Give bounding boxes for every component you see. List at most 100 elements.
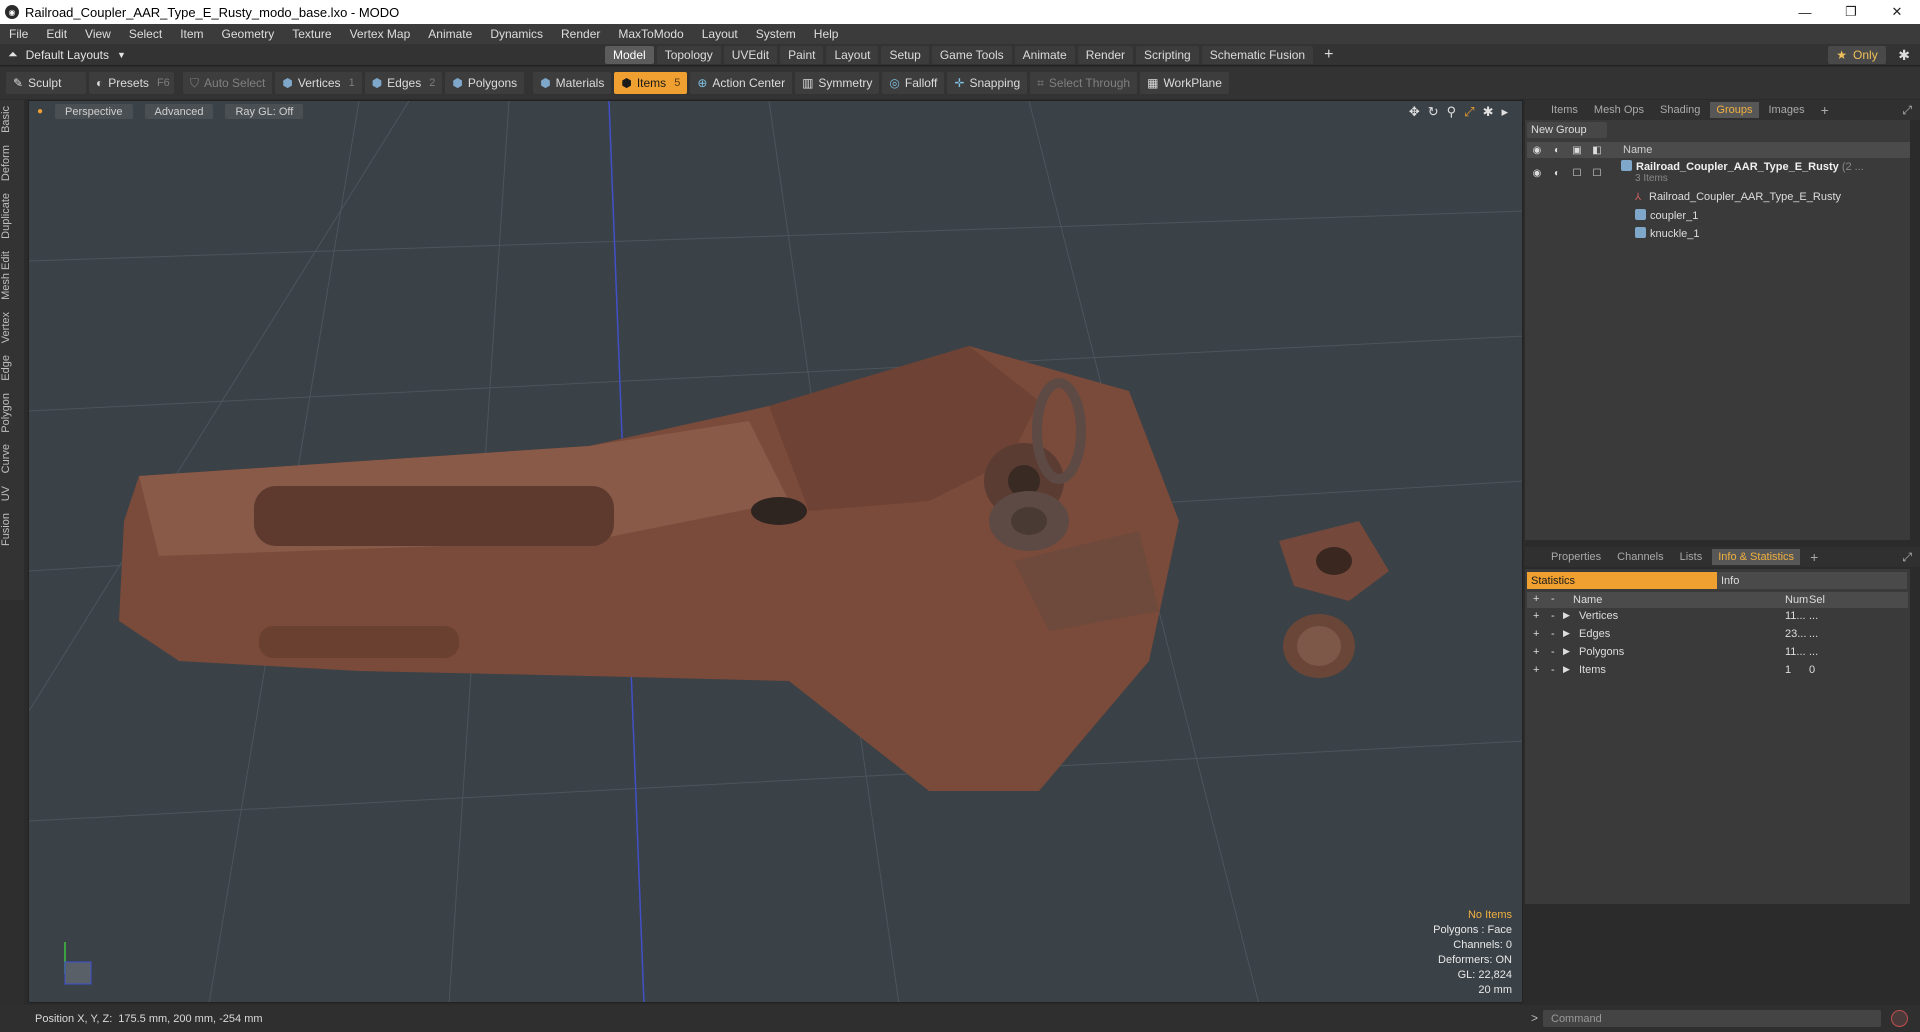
arrow-right-icon[interactable]: ▸ (1501, 104, 1508, 120)
3d-viewport[interactable]: ● Perspective Advanced Ray GL: Off ✥ ↻ ⚲… (28, 100, 1523, 1003)
menu-render[interactable]: Render (552, 27, 609, 41)
tab-lists[interactable]: Lists (1674, 549, 1709, 565)
menu-select[interactable]: Select (120, 27, 171, 41)
left-tab-polygon[interactable]: Polygon (0, 387, 24, 439)
workplane-button[interactable]: ▦ WorkPlane (1140, 72, 1229, 94)
list-item[interactable]: knuckle_1 (1527, 224, 1908, 242)
tab-uvedit[interactable]: UVEdit (723, 46, 778, 64)
raygl-button[interactable]: Ray GL: Off (225, 104, 304, 119)
menu-layout[interactable]: Layout (693, 27, 747, 41)
tab-layout[interactable]: Layout (826, 46, 879, 64)
sculpt-button[interactable]: ✎ Sculpt (6, 72, 86, 94)
tab-schematic-fusion[interactable]: Schematic Fusion (1201, 46, 1314, 64)
left-tab-basic[interactable]: Basic (0, 100, 24, 139)
group-root-row[interactable]: ◉ ◐ ☐ ☐ Railroad_Coupler_AAR_Type_E_Rust… (1527, 160, 1908, 186)
minus-icon[interactable]: - (1551, 664, 1555, 676)
menu-file[interactable]: File (0, 27, 37, 41)
subtab-statistics[interactable]: Statistics (1527, 572, 1717, 589)
tab-properties[interactable]: Properties (1545, 549, 1607, 565)
tab-model[interactable]: Model (605, 46, 654, 64)
move-icon[interactable]: ✥ (1409, 104, 1420, 120)
tab-groups[interactable]: Groups (1710, 102, 1759, 118)
expand-arrow-icon[interactable]: ▶ (1563, 646, 1570, 657)
settings-icon[interactable]: ✱ (1483, 104, 1494, 120)
left-tab-fusion[interactable]: Fusion (0, 507, 24, 552)
plus-icon[interactable]: + (1533, 646, 1539, 658)
new-group-button[interactable]: New Group (1527, 122, 1607, 138)
command-input[interactable]: Command (1543, 1010, 1881, 1027)
close-button[interactable]: ✕ (1874, 0, 1920, 24)
list-item[interactable]: ⅄ Railroad_Coupler_AAR_Type_E_Rusty (1527, 188, 1908, 206)
only-button[interactable]: ★ Only (1828, 46, 1886, 64)
table-row[interactable]: + - ▶ Vertices 11... ... (1527, 610, 1908, 628)
select-through-button[interactable]: ⌗ Select Through (1030, 72, 1138, 94)
view-type-button[interactable]: Perspective (55, 104, 133, 119)
tab-mesh-ops[interactable]: Mesh Ops (1588, 102, 1650, 118)
minimize-button[interactable]: — (1782, 0, 1828, 24)
menu-help[interactable]: Help (805, 27, 848, 41)
list-item[interactable]: coupler_1 (1527, 206, 1908, 224)
subtab-info[interactable]: Info (1717, 572, 1907, 589)
expand-arrow-icon[interactable]: ▶ (1563, 664, 1570, 675)
visibility-toggle-icon[interactable]: ◉ (1527, 168, 1547, 179)
expand-icon[interactable]: ⤢ (1902, 103, 1912, 118)
left-tab-curve[interactable]: Curve (0, 438, 24, 479)
tab-paint[interactable]: Paint (780, 46, 824, 64)
render-toggle-icon[interactable]: ◐ (1547, 168, 1567, 179)
minus-icon[interactable]: - (1551, 628, 1555, 640)
action-center-button[interactable]: ⊕ Action Center (690, 72, 793, 94)
menu-animate[interactable]: Animate (419, 27, 481, 41)
left-tab-deform[interactable]: Deform (0, 139, 24, 187)
tab-shading[interactable]: Shading (1654, 102, 1706, 118)
tab-setup[interactable]: Setup (881, 46, 929, 64)
record-icon[interactable] (1891, 1010, 1908, 1027)
minus-icon[interactable]: - (1551, 610, 1555, 622)
rotate-icon[interactable]: ↻ (1428, 104, 1439, 120)
select-toggle-icon[interactable]: ☐ (1587, 168, 1607, 179)
table-row[interactable]: + - ▶ Polygons 11... ... (1527, 646, 1908, 664)
tab-images[interactable]: Images (1763, 102, 1811, 118)
tab-animate[interactable]: Animate (1014, 46, 1075, 64)
tab-topology[interactable]: Topology (656, 46, 721, 64)
tab-channels[interactable]: Channels (1611, 549, 1669, 565)
fit-icon[interactable]: ⤢ (1464, 104, 1474, 120)
minus-icon[interactable]: - (1551, 646, 1555, 658)
plus-icon[interactable]: + (1533, 664, 1539, 676)
zoom-icon[interactable]: ⚲ (1447, 104, 1457, 120)
symmetry-button[interactable]: ▥ Symmetry (795, 72, 880, 94)
presets-button[interactable]: ◐ Presets F6 (89, 72, 174, 94)
tab-render[interactable]: Render (1077, 46, 1134, 64)
plus-icon[interactable]: + (1533, 610, 1539, 622)
tab-info-statistics[interactable]: Info & Statistics (1712, 549, 1801, 565)
tab-items[interactable]: Items (1545, 102, 1584, 118)
layout-dropdown[interactable]: ⏶ Default Layouts ▼ (8, 47, 126, 62)
left-tab-edge[interactable]: Edge (0, 349, 24, 387)
table-row[interactable]: + - ▶ Edges 23... ... (1527, 628, 1908, 646)
gear-icon[interactable]: ✱ (1898, 47, 1910, 64)
left-tab-duplicate[interactable]: Duplicate (0, 187, 24, 245)
expand-arrow-icon[interactable]: ▶ (1563, 628, 1570, 639)
add-tab-icon[interactable]: + (1316, 46, 1341, 64)
menu-dynamics[interactable]: Dynamics (481, 27, 552, 41)
table-row[interactable]: + - ▶ Items 1 0 (1527, 664, 1908, 682)
edges-button[interactable]: ⬢ Edges 2 (364, 72, 443, 94)
tab-game-tools[interactable]: Game Tools (931, 46, 1012, 64)
menu-view[interactable]: View (76, 27, 120, 41)
falloff-button[interactable]: ◎ Falloff (882, 72, 945, 94)
plus-icon[interactable]: + (1533, 628, 1539, 640)
tab-scripting[interactable]: Scripting (1136, 46, 1199, 64)
menu-texture[interactable]: Texture (283, 27, 340, 41)
left-tab-mesh-edit[interactable]: Mesh Edit (0, 245, 24, 306)
menu-geometry[interactable]: Geometry (213, 27, 284, 41)
menu-maxtomodo[interactable]: MaxToModo (609, 27, 692, 41)
left-tab-uv[interactable]: UV (0, 480, 24, 507)
auto-select-button[interactable]: ⛉ Auto Select (183, 72, 273, 94)
shading-button[interactable]: Advanced (144, 104, 214, 119)
menu-edit[interactable]: Edit (37, 27, 76, 41)
vertices-button[interactable]: ⬢ Vertices 1 (275, 72, 362, 94)
viewport-menu-icon[interactable]: ● (37, 106, 43, 117)
materials-button[interactable]: ⬢ Materials (533, 72, 612, 94)
items-button[interactable]: ⬢ Items 5 (614, 72, 688, 94)
maximize-button[interactable]: ❐ (1828, 0, 1874, 24)
add-tab-icon[interactable]: + (1815, 102, 1835, 118)
